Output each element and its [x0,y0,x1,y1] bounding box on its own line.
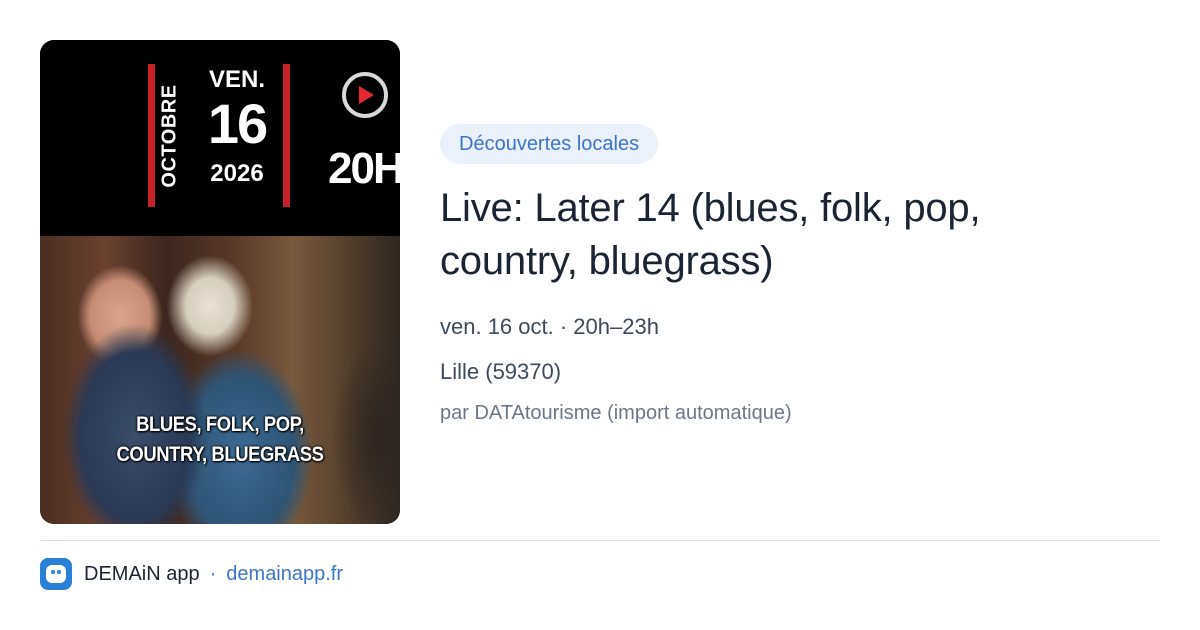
poster-red-bar-left [148,64,155,207]
poster-photo-musicians [40,236,400,524]
event-location: Lille (59370) [440,359,562,384]
footer-separator: · [209,562,217,585]
poster-month: OCTOBRE [158,84,181,188]
footer-divider [40,540,1160,541]
footer: DEMAiN app · demainapp.fr [40,558,343,590]
event-title: Live: Later 14 (blues, folk, pop, countr… [440,186,981,283]
poster-genres-line-1: BLUES, FOLK, POP, [136,413,304,436]
poster-day-number: 16 [207,92,268,155]
event-datetime: ven. 16 oct. · 20h–23h [440,314,659,339]
poster-time: 20H [328,144,400,193]
poster-year: 2026 [210,160,264,187]
poster-red-bar-right [283,64,290,207]
demain-app-icon [40,558,72,590]
event-source: par DATAtourisme (import automatique) [440,402,792,424]
category-badge[interactable]: Découvertes locales [440,124,659,164]
poster-day-name: VEN. [208,66,265,93]
poster-header: OCTOBRE VEN. 16 2026 20H [40,40,400,236]
play-triangle-icon [359,86,374,104]
poster-genres: BLUES, FOLK, POP, COUNTRY, BLUEGRASS [40,410,400,470]
app-name: DEMAiN app [84,562,200,585]
poster-genres-line-2: COUNTRY, BLUEGRASS [116,443,324,466]
site-link[interactable]: demainapp.fr [226,563,343,586]
event-poster-image[interactable]: OCTOBRE VEN. 16 2026 20H BLUES, FOLK, PO… [40,40,400,524]
